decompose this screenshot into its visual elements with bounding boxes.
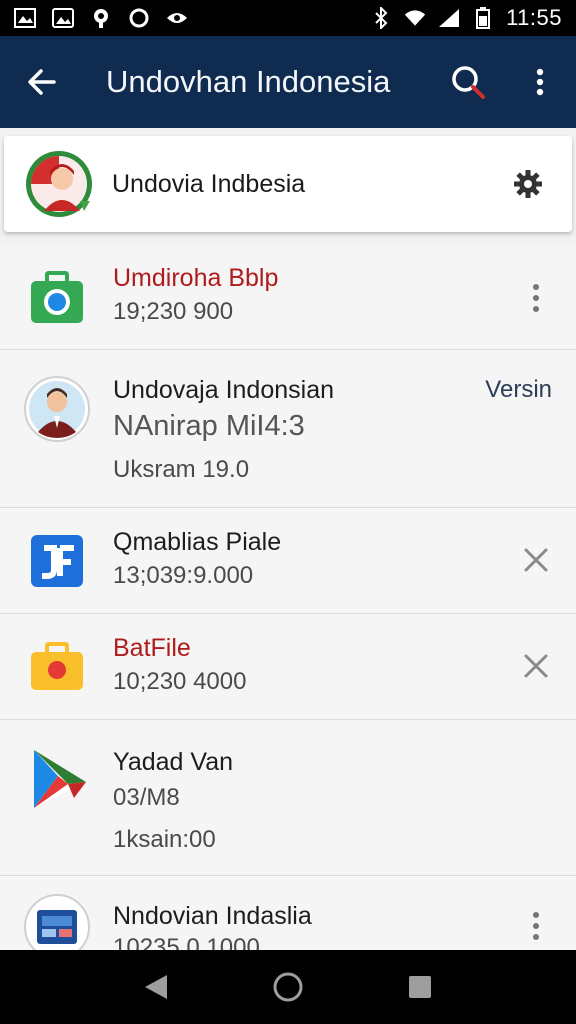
gallery-icon <box>14 7 36 29</box>
app-bar: Undovhan Indonesia <box>0 36 576 128</box>
search-button[interactable] <box>432 36 504 128</box>
list-item-title: Umdiroha Bblp <box>113 264 279 292</box>
page-title: Undovhan Indonesia <box>106 64 391 99</box>
bluetooth-icon <box>370 7 392 29</box>
list-item[interactable]: Yadad Van 03/M8 1ksain:00 <box>0 720 576 876</box>
list-item[interactable]: BatFile 10;230 4000 <box>0 614 576 720</box>
list-item-subtitle: 19;230 900 <box>113 298 234 325</box>
triangle-back-icon <box>145 975 167 999</box>
more-vert-icon <box>533 912 539 940</box>
user-avatar-icon <box>24 376 90 442</box>
remove-item-button[interactable] <box>496 636 576 696</box>
eye-icon <box>166 7 188 29</box>
jf-app-icon <box>26 530 88 592</box>
list-item-subtitle: 10;230 4000 <box>113 668 247 695</box>
list-item-title: Undovaja Indonsian <box>113 376 334 404</box>
avatar <box>24 149 94 219</box>
list-item-subtitle: 13;039:9.000 <box>113 562 254 589</box>
wifi-icon <box>404 7 426 29</box>
list-item-detail: Uksram 19.0 <box>113 456 250 483</box>
status-time: 11:55 <box>506 5 562 30</box>
list-item[interactable]: Undovaja Indonsian NAnirap MiI4:3 Uksram… <box>0 350 576 508</box>
gear-icon <box>514 170 542 198</box>
list-item-title: Qmablias Piale <box>113 528 282 556</box>
back-button[interactable] <box>0 36 84 128</box>
arrow-back-icon <box>28 69 56 95</box>
square-recents-icon <box>409 976 431 998</box>
list-item-title: BatFile <box>113 634 191 662</box>
image-icon <box>52 7 74 29</box>
list-item-subtitle: 03/M8 <box>113 784 180 811</box>
circle-home-icon <box>273 972 303 1002</box>
list-item[interactable]: Umdiroha Bblp 19;230 900 <box>0 246 576 350</box>
list-item-title: Yadad Van <box>113 748 234 776</box>
signal-icon <box>438 7 460 29</box>
nav-recents-button[interactable] <box>390 957 450 1017</box>
close-icon <box>524 548 548 572</box>
status-bar: 11:55 <box>0 0 576 36</box>
account-header-card[interactable]: Undovia Indbesia <box>4 136 572 232</box>
nav-home-button[interactable] <box>258 957 318 1017</box>
briefcase-app-icon <box>26 636 88 698</box>
content-list[interactable]: Undovia Indbesia Umdiroha Bblp 19;230 90… <box>0 128 576 950</box>
list-item[interactable]: Qmablias Piale 13;039:9.000 <box>0 508 576 614</box>
battery-icon <box>472 7 494 29</box>
system-nav-bar <box>0 950 576 1024</box>
remove-item-button[interactable] <box>496 530 576 590</box>
list-item-title: Nndovian Indaslia <box>113 902 312 930</box>
settings-button[interactable] <box>496 152 560 216</box>
play-store-icon <box>28 746 90 812</box>
list-item[interactable]: Nndovian Indaslia 10235.0 1000 <box>0 876 576 950</box>
circle-icon <box>128 7 150 29</box>
more-vert-icon <box>533 284 539 312</box>
podcast-icon <box>90 7 112 29</box>
nav-back-button[interactable] <box>126 957 186 1017</box>
search-icon <box>452 66 485 99</box>
overflow-menu-button[interactable] <box>496 268 576 328</box>
close-icon <box>524 654 548 678</box>
version-label: Versin <box>485 376 552 403</box>
overflow-menu-button[interactable] <box>496 896 576 950</box>
camera-app-icon <box>26 267 88 329</box>
list-item-subtitle: NAnirap MiI4:3 <box>113 410 305 442</box>
list-item-detail: 1ksain:00 <box>113 826 216 853</box>
overflow-menu-button[interactable] <box>504 36 576 128</box>
more-vert-icon <box>536 68 544 96</box>
document-app-icon <box>24 894 90 950</box>
account-title: Undovia Indbesia <box>112 169 306 198</box>
list-item-subtitle: 10235.0 1000 <box>113 934 260 950</box>
